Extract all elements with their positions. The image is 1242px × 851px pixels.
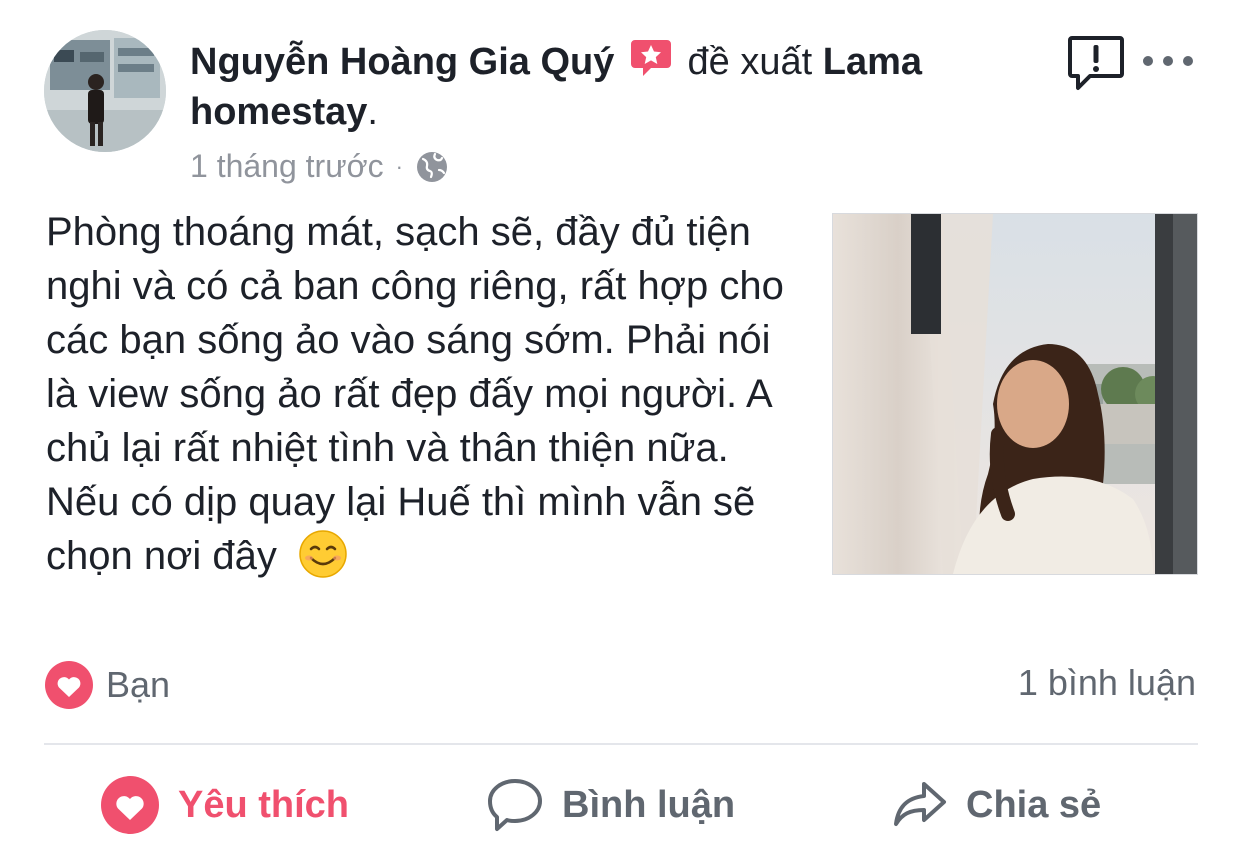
heart-icon — [101, 776, 159, 834]
like-button[interactable]: Yêu thích — [100, 770, 349, 840]
share-button[interactable]: Chia sẻ — [892, 770, 1101, 840]
post-body-text: Phòng thoáng mát, sạch sẽ, đầy đủ tiện n… — [46, 210, 784, 578]
share-arrow-icon — [894, 782, 946, 826]
divider — [44, 743, 1198, 745]
globe-icon — [416, 151, 447, 182]
more-options-icon[interactable] — [1138, 46, 1198, 76]
recommendation-icon — [630, 40, 671, 76]
post-meta: 1 tháng trước · — [190, 148, 449, 185]
post-header: Nguyễn Hoàng Gia Quý đề xuất Lama homest… — [190, 36, 1030, 137]
reactions-summary[interactable]: Bạn — [44, 660, 170, 710]
recommends-text: đề xuất — [687, 41, 813, 83]
comment-button[interactable]: Bình luận — [486, 770, 735, 840]
like-label: Yêu thích — [178, 783, 350, 826]
comment-label: Bình luận — [562, 783, 736, 826]
header-period: . — [367, 91, 378, 133]
author-avatar[interactable] — [44, 30, 166, 152]
heart-icon — [45, 661, 93, 709]
comments-count[interactable]: 1 bình luận — [1018, 662, 1196, 704]
author-name[interactable]: Nguyễn Hoàng Gia Quý — [190, 41, 614, 83]
post-photo[interactable] — [832, 213, 1198, 575]
share-label: Chia sẻ — [966, 783, 1102, 826]
post-time[interactable]: 1 tháng trước — [190, 148, 384, 185]
smiling-face-emoji — [299, 530, 347, 578]
reactions-label: Bạn — [106, 664, 171, 705]
comment-icon — [488, 779, 542, 831]
meta-separator: · — [395, 153, 403, 179]
report-icon[interactable] — [1066, 34, 1126, 94]
post-body: Phòng thoáng mát, sạch sẽ, đầy đủ tiện n… — [46, 205, 806, 583]
